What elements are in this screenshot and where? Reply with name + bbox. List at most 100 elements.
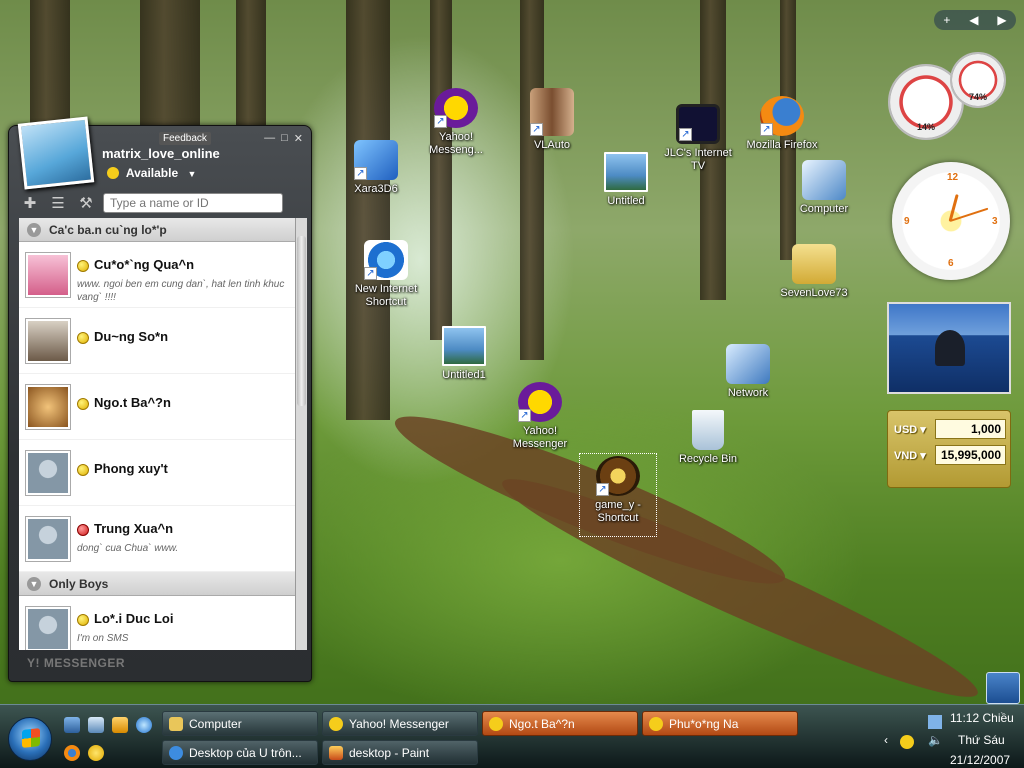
cpu-meter-gadget[interactable]: 14% 74% [886,52,1010,142]
next-icon[interactable]: ▶ [997,13,1006,27]
yahoo-icon: ↗ [434,88,478,128]
desktop-icon-label: Network [727,387,769,399]
volume-icon[interactable]: 🔈 [928,733,943,747]
currency-amount[interactable]: 1,000 [935,419,1006,439]
minimize-button[interactable]: — [264,132,275,145]
close-button[interactable]: ✕ [294,132,303,145]
contact-item[interactable]: Ngo.t Ba^?n [19,374,295,440]
clock-date[interactable]: 21/12/2007 [950,753,1010,767]
group-name: Only Boys [49,576,109,591]
avatar [25,606,71,650]
desktop-icon-sevenlove73[interactable]: SevenLove73 [772,244,856,300]
status-available-icon [77,260,89,272]
status-dropdown[interactable]: Available ▼ [107,166,196,180]
desktop-icon-untitled[interactable]: Untitled [584,152,668,208]
clock-day[interactable]: Thứ Sáu [958,733,1005,747]
status-available-icon [77,332,89,344]
previous-icon[interactable]: ◀ [969,13,978,27]
firefox-icon: ↗ [760,96,804,136]
contact-item[interactable]: Lo*.i Duc Loi I'm on SMS [19,596,295,650]
taskbar-button-label: desktop - Paint [349,745,430,760]
desktop-icon-computer[interactable]: Computer [782,160,866,216]
desktop-icon-internet-shortcut[interactable]: ↗ New Internet Shortcut [344,240,428,309]
desktop-icon-game-shortcut[interactable]: ↗ game_y - Shortcut [579,453,657,537]
desktop-icon-firefox[interactable]: ↗ Mozilla Firefox [740,96,824,152]
desktop-icon-label: Yahoo! Messenger [512,425,568,450]
list-view-icon[interactable]: ☰ [47,194,69,212]
language-bar-icon[interactable] [986,672,1020,704]
contact-item[interactable]: Du~ng So*n [19,308,295,374]
contact-group-header[interactable]: ▼ Ca'c ba.n cu`ng lo*'p [19,218,295,242]
add-contact-icon[interactable]: ✚ [19,194,41,212]
scrollbar-thumb[interactable] [297,236,306,406]
media-player-icon[interactable] [112,717,128,733]
desktop-icon-yahoo-messenger[interactable]: ↗ Yahoo! Messeng... [414,88,498,157]
desktop-icon-vlauto[interactable]: ↗ VLAuto [510,88,594,152]
desktop-icon-label: game_y - Shortcut [595,499,641,524]
taskbar-button-paint[interactable]: desktop - Paint [322,740,478,765]
contact-name: Cu*o*`ng Qua^n [94,257,195,272]
contact-group-header[interactable]: ▼ Only Boys [19,572,295,596]
desktop-icon-recycle-bin[interactable]: Recycle Bin [666,410,750,466]
contact-list[interactable]: ▼ Ca'c ba.n cu`ng lo*'p Cu*o*`ng Qua^n w… [19,218,295,650]
start-button[interactable] [8,717,52,761]
clock-numeral: 9 [904,216,910,227]
currency-amount[interactable]: 15,995,000 [935,445,1006,465]
internet-explorer-icon[interactable] [136,717,152,733]
chat-icon [649,716,663,731]
maximize-button[interactable]: □ [281,132,288,145]
taskbar-button-chat-ngot-ban[interactable]: Ngo.t Ba^?n [482,711,638,736]
currency-converter-gadget[interactable]: USD ▾ 1,000 VND ▾ 15,995,000 [887,410,1011,488]
avatar [25,318,71,364]
contact-item[interactable]: Trung Xua^n dong` cua Chua` www. [19,506,295,572]
currency-row: VND ▾ 15,995,000 [894,445,1006,465]
slideshow-gadget[interactable] [887,302,1011,394]
cpu-percent: 14% [916,122,935,132]
taskbar-button-browser[interactable]: Desktop của U trôn... [162,740,318,765]
status-available-icon [77,614,89,626]
contact-item[interactable]: Cu*o*`ng Qua^n www. ngoi ben em cung dan… [19,242,295,308]
desktop-icon-label: New Internet Shortcut [354,283,418,308]
contact-list-scrollbar[interactable] [295,218,307,650]
status-label: Available [125,166,179,180]
taskbar-button-label: Ngo.t Ba^?n [509,716,575,731]
clock-gadget[interactable]: 12 3 6 9 [892,162,1010,280]
tv-icon: ↗ [676,104,720,144]
yahoo-icon: ↗ [518,382,562,422]
yahoo-messenger-window[interactable]: Feedback — □ ✕ matrix_love_online Availa… [8,116,312,682]
yahoo-icon[interactable] [88,745,104,761]
memory-gauge: 74% [950,52,1006,108]
avatar [25,384,71,430]
currency-select[interactable]: USD ▾ [894,423,931,436]
avatar [25,252,71,298]
chevron-down-icon: ▼ [27,222,41,237]
taskbar-button-yahoo-messenger[interactable]: Yahoo! Messenger [322,711,478,736]
tools-icon[interactable]: ⚒ [75,194,97,212]
desktop-icon-untitled1[interactable]: Untitled1 [422,326,506,382]
show-desktop-icon[interactable] [64,717,80,733]
add-gadget-icon[interactable]: + [943,13,950,27]
image-file-icon [604,152,648,192]
taskbar-button-chat-phuong-na[interactable]: Phu*o*ng Na [642,711,798,736]
switch-windows-icon[interactable] [88,717,104,733]
desktop-icon-jlc-tv[interactable]: ↗ JLC's Internet TV [656,104,740,173]
contact-name: Trung Xua^n [94,521,174,536]
desktop-icon-label: VLAuto [533,139,571,151]
show-hidden-icons-icon[interactable]: ‹ [884,733,888,747]
user-display-picture[interactable] [17,116,95,190]
clock-time[interactable]: 11:12 Chiều [950,711,1014,725]
search-input[interactable] [103,193,283,213]
desktop-icon-network[interactable]: Network [706,344,790,400]
desktop-icon-xara3d[interactable]: ↗ Xara3D6 [334,140,418,196]
taskbar-button-computer[interactable]: Computer [162,711,318,736]
contact-item[interactable]: Phong xuy't [19,440,295,506]
desktop-icon-yahoo-messenger-2[interactable]: ↗ Yahoo! Messenger [498,382,582,451]
contact-name: Phong xuy't [94,461,168,476]
feedback-button[interactable]: Feedback [159,132,211,145]
taskbar-button-label: Phu*o*ng Na [669,716,739,731]
yahoo-tray-icon[interactable] [900,735,914,749]
messenger-toolbar: ✚ ☰ ⚒ [19,192,303,214]
currency-select[interactable]: VND ▾ [894,449,931,462]
firefox-icon[interactable] [64,745,80,761]
network-tray-icon[interactable] [928,715,942,729]
